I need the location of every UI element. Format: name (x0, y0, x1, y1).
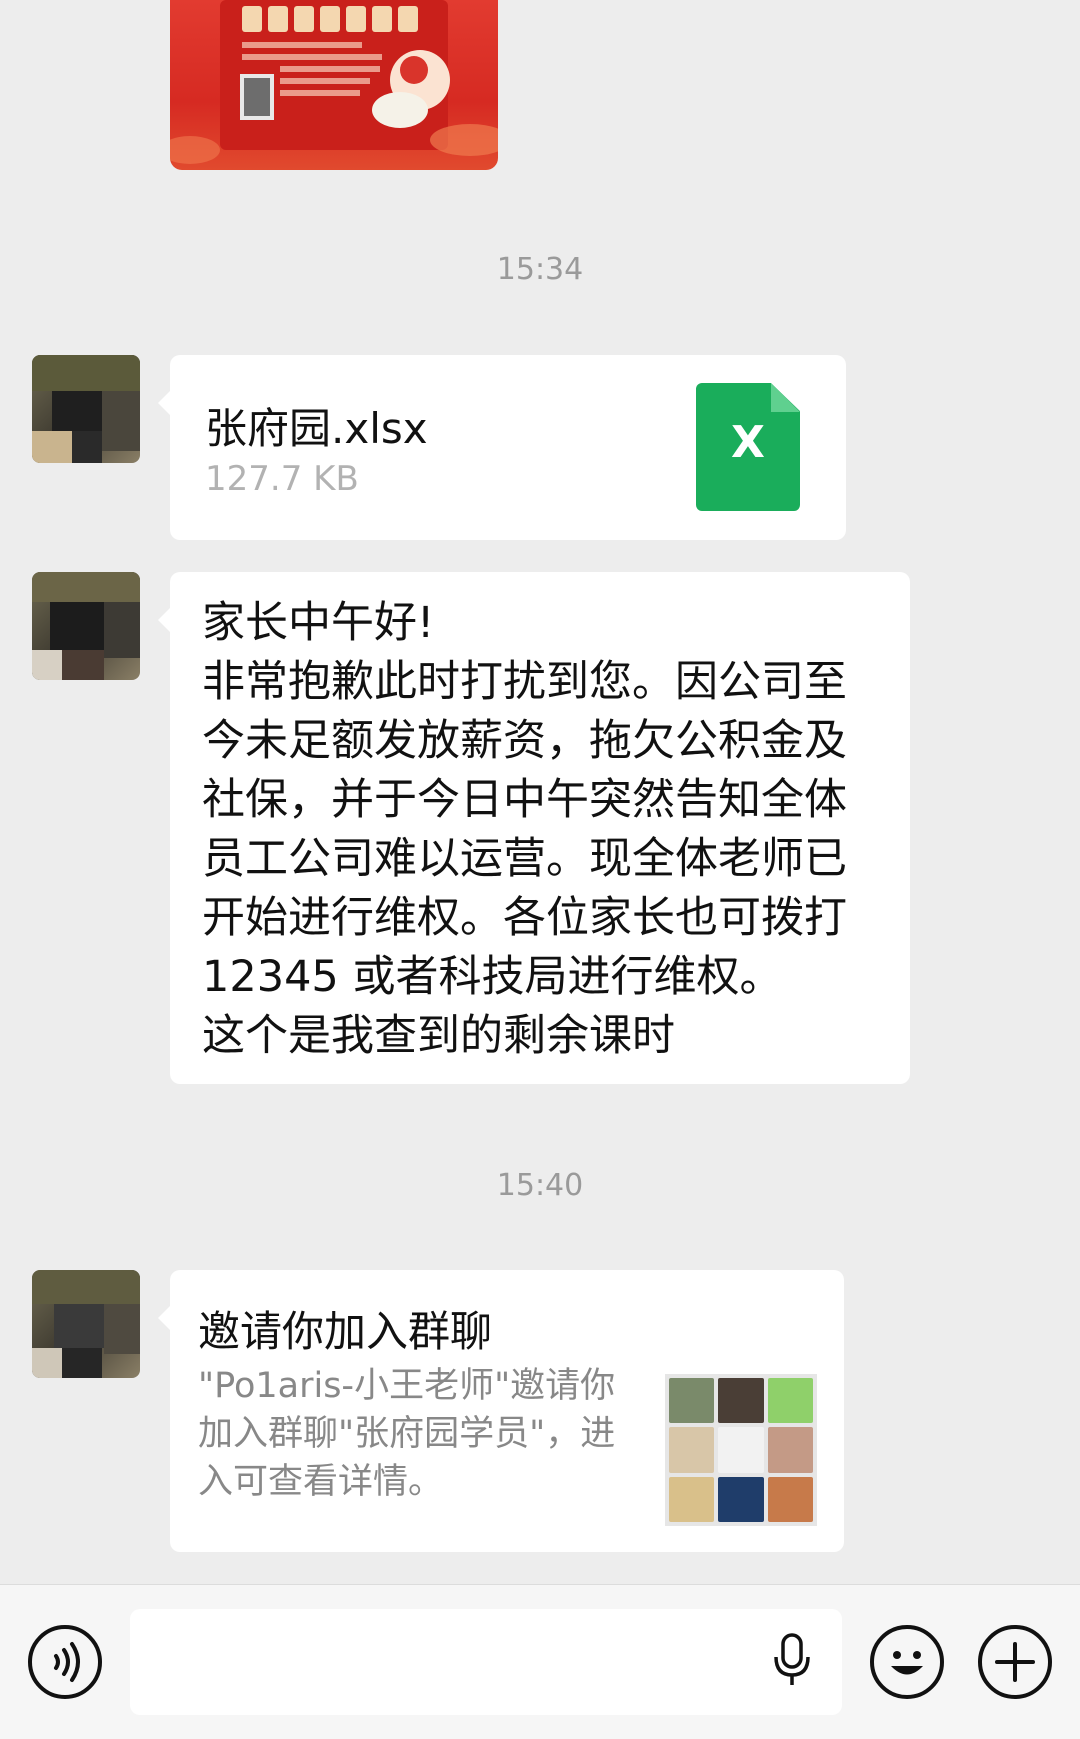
message-line: 员工公司难以运营。现全体老师已 (202, 834, 847, 884)
file-name: 张府园.xlsx (205, 404, 428, 453)
sender-avatar[interactable] (32, 1270, 140, 1378)
invite-desc-line: 加入群聊"张府园学员"，进 (198, 1414, 616, 1454)
member-avatar (718, 1427, 764, 1473)
image-message[interactable] (170, 0, 498, 170)
message-line: 非常抱歉此时打扰到您。因公司至 (202, 657, 847, 707)
member-avatar (767, 1476, 813, 1522)
member-avatar (669, 1427, 715, 1473)
timestamp: 15:40 (496, 1168, 584, 1203)
member-avatar (767, 1378, 813, 1424)
group-invite-bubble[interactable]: 邀请你加入群聊 "Po1aris-小王老师"邀请你 加入群聊"张府园学员"，进 … (158, 1270, 844, 1552)
file-size: 127.7 KB (205, 459, 359, 499)
file-message-bubble[interactable]: 张府园.xlsx 127.7 KB X (158, 355, 846, 540)
group-avatar-grid (665, 1374, 817, 1526)
text-message-bubble[interactable]: 家长中午好! 非常抱歉此时打扰到您。因公司至 今未足额发放薪资，拖欠公积金及 社… (158, 572, 910, 1084)
message-line: 家长中午好! (202, 598, 435, 648)
member-avatar (669, 1378, 715, 1424)
sender-avatar[interactable] (32, 355, 140, 463)
invite-desc-line: 入可查看详情。 (198, 1462, 444, 1502)
voice-icon[interactable] (28, 1625, 102, 1699)
emoji-icon[interactable] (870, 1625, 944, 1699)
message-input[interactable] (130, 1609, 842, 1715)
message-line: 12345 或者科技局进行维权。 (202, 952, 783, 1002)
invite-description: "Po1aris-小王老师"邀请你 加入群聊"张府园学员"，进 入可查看详情。 (198, 1362, 638, 1506)
invite-title: 邀请你加入群聊 (198, 1307, 493, 1356)
member-avatar (718, 1378, 764, 1424)
message-line: 开始进行维权。各位家长也可拨打 (202, 893, 847, 943)
sender-avatar[interactable] (32, 572, 140, 680)
member-avatar (669, 1476, 715, 1522)
timestamp: 15:34 (496, 252, 584, 287)
message-line: 这个是我查到的剩余课时 (202, 1011, 675, 1061)
member-avatar (767, 1427, 813, 1473)
chat-input-bar (0, 1584, 1080, 1739)
member-avatar (718, 1476, 764, 1522)
invite-desc-line: "Po1aris-小王老师"邀请你 (198, 1366, 616, 1406)
message-line: 社保，并于今日中午突然告知全体 (202, 775, 847, 825)
message-text: 家长中午好! 非常抱歉此时打扰到您。因公司至 今未足额发放薪资，拖欠公积金及 社… (202, 594, 847, 1066)
poster-image (170, 0, 498, 164)
plus-icon[interactable] (978, 1625, 1052, 1699)
microphone-icon[interactable] (770, 1631, 814, 1691)
excel-letter: X (731, 417, 765, 468)
message-line: 今未足额发放薪资，拖欠公积金及 (202, 716, 847, 766)
